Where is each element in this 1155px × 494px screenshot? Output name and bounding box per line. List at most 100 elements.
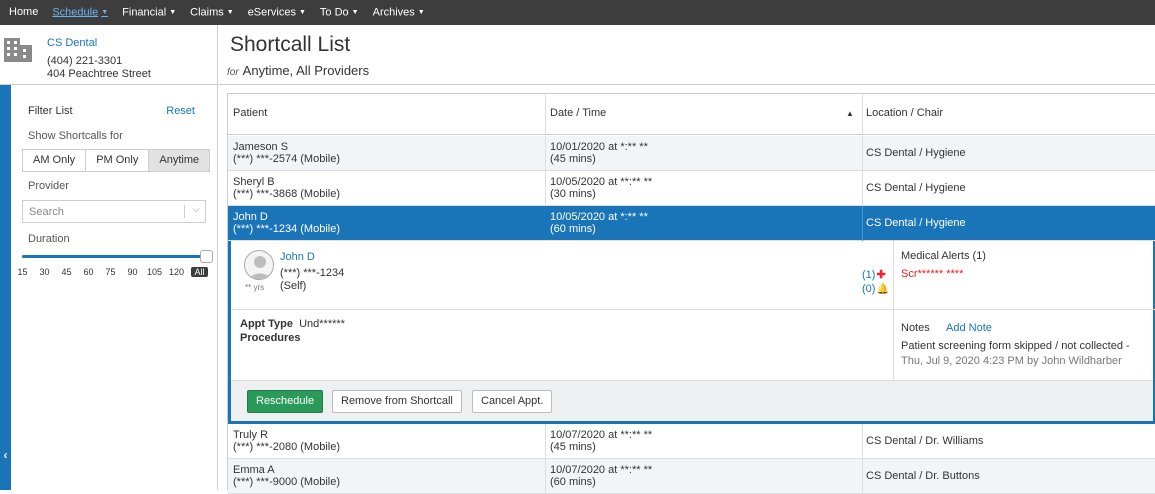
segment-pm-only[interactable]: PM Only	[85, 150, 149, 171]
patient-phone: (***) ***-1234 (Mobile)	[233, 223, 340, 235]
patient-cell: John D (***) ***-1234 (Mobile)	[233, 211, 340, 235]
nav-home-label: Home	[9, 6, 39, 18]
select-divider	[184, 205, 185, 218]
nav-schedule-label: Schedule	[52, 6, 99, 19]
building-icon	[4, 38, 32, 62]
column-divider	[545, 424, 546, 459]
duration-tick: 105	[147, 267, 163, 277]
column-divider	[862, 206, 863, 241]
caret-down-icon: ▼	[298, 9, 306, 16]
cancel-appt-button[interactable]: Cancel Appt.	[472, 390, 553, 413]
row-detail-panel: ** yrs John D (***) ***-1234 (Self) (1)✚…	[228, 241, 1155, 424]
chevron-down-icon[interactable]: ⌵	[192, 204, 200, 215]
patient-cell: Emma A (***) ***-9000 (Mobile)	[233, 464, 340, 488]
page-title: Shortcall List	[230, 33, 351, 56]
column-divider	[545, 459, 546, 494]
patient-phone: (***) ***-2080 (Mobile)	[233, 441, 340, 453]
filter-panel: Filter List Reset Show Shortcalls for AM…	[11, 85, 218, 490]
patient-name: Jameson S	[233, 141, 289, 153]
appt-date: 10/05/2020 at *:** **	[550, 211, 648, 223]
column-divider	[862, 424, 863, 459]
notes-label: Notes	[901, 322, 930, 334]
table-header: Patient Date / Time ▲ Location / Chair	[228, 94, 1155, 135]
office-phone: (404) 221-3301	[47, 55, 123, 67]
duration-tick: 75	[105, 267, 116, 277]
table-row[interactable]: Jameson S (***) ***-2574 (Mobile) 10/01/…	[228, 136, 1155, 171]
nav-claims[interactable]: Claims ▼	[183, 0, 241, 25]
caret-down-icon: ▼	[226, 9, 234, 16]
location-cell: CS Dental / Hygiene	[866, 147, 966, 159]
person-icon	[249, 256, 271, 279]
patient-name: Emma A	[233, 464, 275, 476]
column-divider	[862, 94, 863, 135]
chevron-left-icon[interactable]: ‹	[0, 448, 11, 462]
column-divider	[862, 459, 863, 494]
collapse-strip[interactable]	[0, 85, 11, 490]
segment-anytime[interactable]: Anytime	[148, 150, 210, 171]
appt-date: 10/01/2020 at *:** **	[550, 141, 648, 153]
avatar	[244, 250, 274, 280]
provider-label: Provider	[28, 180, 69, 192]
patient-cell: Sheryl B (***) ***-3868 (Mobile)	[233, 176, 340, 200]
page-header: Shortcall List for Anytime, All Providers	[219, 25, 1155, 85]
col-date-time[interactable]: Date / Time	[550, 107, 606, 119]
office-info: CS Dental (404) 221-3301 404 Peachtree S…	[0, 25, 218, 85]
duration-tick: 30	[39, 267, 50, 277]
duration-tick: 90	[127, 267, 138, 277]
office-name[interactable]: CS Dental	[47, 37, 97, 49]
duration-ticks: 15 30 45 60 75 90 105 120 All	[15, 267, 208, 277]
patient-detail-phone: (***) ***-1234	[280, 267, 345, 279]
nav-schedule[interactable]: Schedule ▼	[45, 0, 115, 25]
duration-label: Duration	[28, 233, 70, 245]
reset-link[interactable]: Reset	[166, 105, 195, 117]
date-cell: 10/07/2020 at **:** ** (45 mins)	[550, 429, 652, 453]
table-row[interactable]: Emma A (***) ***-9000 (Mobile) 10/07/202…	[228, 459, 1155, 494]
patient-cell: Jameson S (***) ***-2574 (Mobile)	[233, 141, 340, 165]
segment-am-only[interactable]: AM Only	[23, 150, 86, 171]
duration-tick-selected: All	[191, 267, 208, 277]
time-segment-control: AM Only PM Only Anytime	[22, 149, 211, 172]
medical-alert-count[interactable]: (1)✚	[862, 268, 886, 281]
patient-phone: (***) ***-9000 (Mobile)	[233, 476, 340, 488]
appt-duration: (45 mins)	[550, 153, 596, 165]
table-row[interactable]: Truly R (***) ***-2080 (Mobile) 10/07/20…	[228, 424, 1155, 459]
patient-name: Truly R	[233, 429, 269, 441]
reschedule-button[interactable]: Reschedule	[247, 390, 324, 413]
appt-duration: (60 mins)	[550, 223, 596, 235]
table-row-selected[interactable]: John D (***) ***-1234 (Mobile) 10/05/202…	[228, 206, 1155, 241]
medical-alerts-title: Medical Alerts (1)	[901, 250, 986, 262]
nav-financial[interactable]: Financial ▼	[115, 0, 183, 25]
sort-ascending-icon[interactable]: ▲	[846, 109, 854, 118]
nav-eservices[interactable]: eServices ▼	[241, 0, 313, 25]
duration-slider-track[interactable]	[22, 255, 207, 258]
provider-select[interactable]: ⌵	[22, 200, 206, 223]
caret-down-icon: ▼	[169, 9, 177, 16]
date-cell: 10/05/2020 at *:** ** (60 mins)	[550, 211, 648, 235]
subtitle-text: Anytime, All Providers	[242, 63, 370, 78]
nav-eservices-label: eServices	[247, 6, 296, 19]
notification-count[interactable]: (0)🔔	[862, 283, 889, 295]
date-cell: 10/01/2020 at *:** ** (45 mins)	[550, 141, 648, 165]
nav-home[interactable]: Home	[2, 0, 45, 25]
nav-claims-label: Claims	[190, 6, 224, 19]
medical-alert-item: Scr****** ****	[901, 268, 964, 280]
table-row[interactable]: Sheryl B (***) ***-3868 (Mobile) 10/05/2…	[228, 171, 1155, 206]
patient-name: Sheryl B	[233, 176, 275, 188]
remove-from-shortcall-button[interactable]: Remove from Shortcall	[332, 390, 462, 413]
col-patient[interactable]: Patient	[233, 107, 267, 119]
patient-phone: (***) ***-2574 (Mobile)	[233, 153, 340, 165]
date-cell: 10/05/2020 at **:** ** (30 mins)	[550, 176, 652, 200]
provider-search-input[interactable]	[23, 201, 173, 222]
patient-detail-name[interactable]: John D	[280, 251, 315, 263]
nav-todo[interactable]: To Do ▼	[313, 0, 366, 25]
top-nav: Home Schedule ▼ Financial ▼ Claims ▼ eServi…	[0, 0, 1155, 25]
column-divider	[545, 171, 546, 206]
nav-archives[interactable]: Archives ▼	[366, 0, 432, 25]
duration-slider-handle[interactable]	[200, 250, 213, 263]
notification-count-value: (0)	[862, 283, 876, 295]
patient-relation: (Self)	[280, 280, 307, 292]
add-note-link[interactable]: Add Note	[946, 322, 992, 334]
bell-icon: 🔔	[876, 284, 889, 295]
appt-type-label: Appt Type	[240, 318, 293, 330]
col-location-chair[interactable]: Location / Chair	[866, 107, 943, 119]
